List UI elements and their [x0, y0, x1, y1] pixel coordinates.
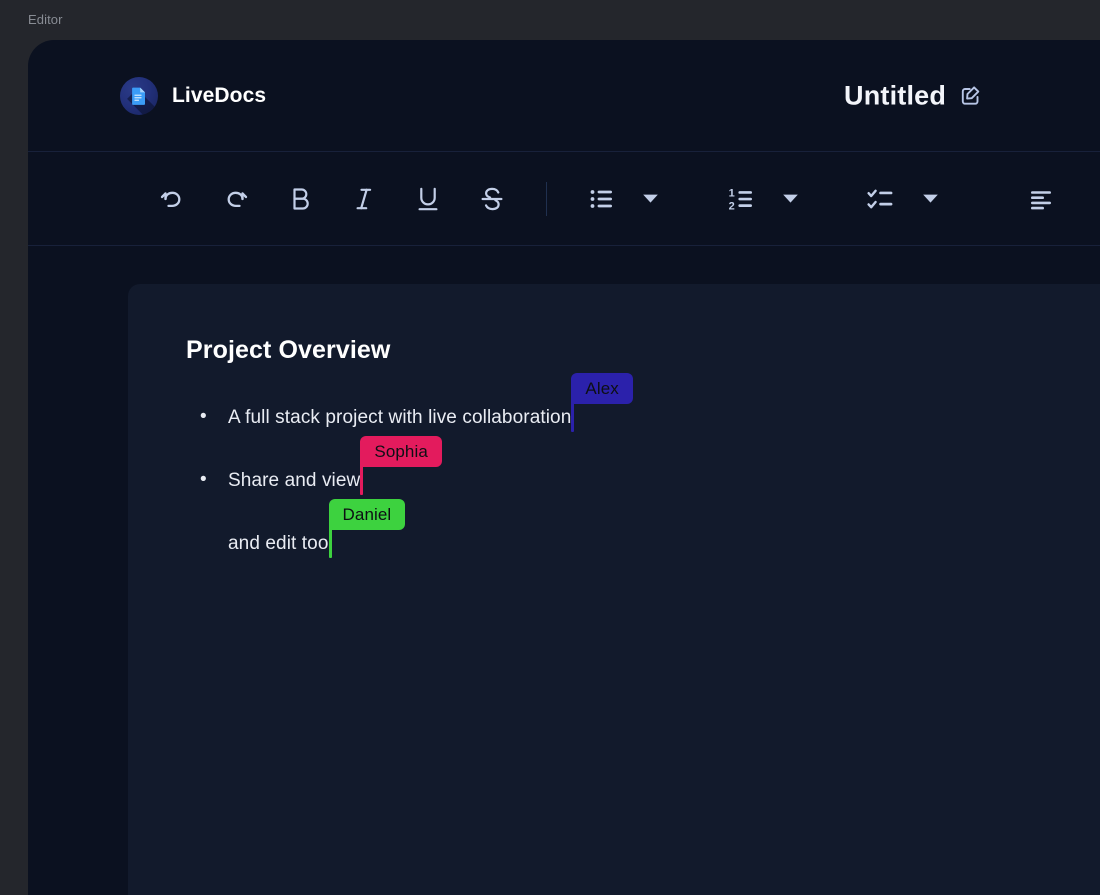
document-heading: Project Overview	[186, 336, 391, 364]
collaborator-name-badge: Alex	[571, 373, 633, 404]
editor-body: Project Overview A full stack project wi…	[28, 246, 1100, 895]
numbered-list-chevron-down-icon[interactable]	[773, 171, 807, 227]
collaborator-name-badge: Sophia	[360, 436, 442, 467]
chrome-editor-label: Editor	[28, 12, 63, 27]
viewport: Editor LiveDocs Untitled 1 2 Project Ove…	[0, 0, 1100, 895]
cursor-caret	[328, 528, 332, 558]
checklist-chevron-down-icon[interactable]	[913, 171, 947, 227]
toolbar-divider	[546, 181, 547, 216]
document-title: Untitled	[844, 80, 947, 110]
svg-text:2: 2	[729, 200, 735, 212]
checklist-group	[849, 171, 965, 227]
document-line[interactable]: Share and view Sophia	[186, 436, 1100, 495]
document-logo-icon	[120, 76, 158, 115]
document-title-group: Untitled	[844, 80, 984, 111]
bold-button[interactable]	[268, 171, 332, 227]
brand[interactable]: LiveDocs	[120, 76, 267, 115]
app-shell: LiveDocs Untitled 1 2 Project Overview •…	[28, 40, 1100, 895]
app-header: LiveDocs Untitled	[28, 40, 1100, 152]
svg-text:1: 1	[729, 187, 735, 199]
underline-button[interactable]	[396, 171, 460, 227]
cursor-caret	[571, 402, 575, 432]
numbered-list-button[interactable]: 1 2	[709, 171, 773, 227]
bulleted-list-button[interactable]	[569, 171, 633, 227]
align-center-button[interactable]	[1091, 171, 1100, 227]
document-line-text: A full stack project with live collabora…	[228, 407, 572, 428]
document-content: A full stack project with live collabora…	[186, 373, 1100, 558]
document-line[interactable]: and edit too Daniel	[186, 499, 1100, 558]
align-left-button[interactable]	[1009, 171, 1073, 227]
redo-button[interactable]	[204, 171, 268, 227]
italic-button[interactable]	[332, 171, 396, 227]
bulleted-list-group	[569, 171, 685, 227]
strikethrough-button[interactable]	[460, 171, 524, 227]
document-line[interactable]: A full stack project with live collabora…	[186, 373, 1100, 432]
formatting-toolbar: 1 2	[28, 152, 1100, 246]
checklist-button[interactable]	[849, 171, 913, 227]
pencil-square-icon[interactable]	[958, 83, 984, 109]
numbered-list-group: 1 2	[709, 171, 825, 227]
document-line-text: and edit too	[228, 533, 329, 554]
document-canvas[interactable]: Project Overview A full stack project wi…	[128, 284, 1100, 895]
bulleted-list-chevron-down-icon[interactable]	[633, 171, 667, 227]
document-line-text: Share and view	[228, 470, 361, 491]
brand-name: LiveDocs	[172, 83, 267, 107]
collaborator-name-badge: Daniel	[328, 499, 406, 530]
cursor-caret	[360, 465, 364, 495]
undo-button[interactable]	[140, 171, 204, 227]
